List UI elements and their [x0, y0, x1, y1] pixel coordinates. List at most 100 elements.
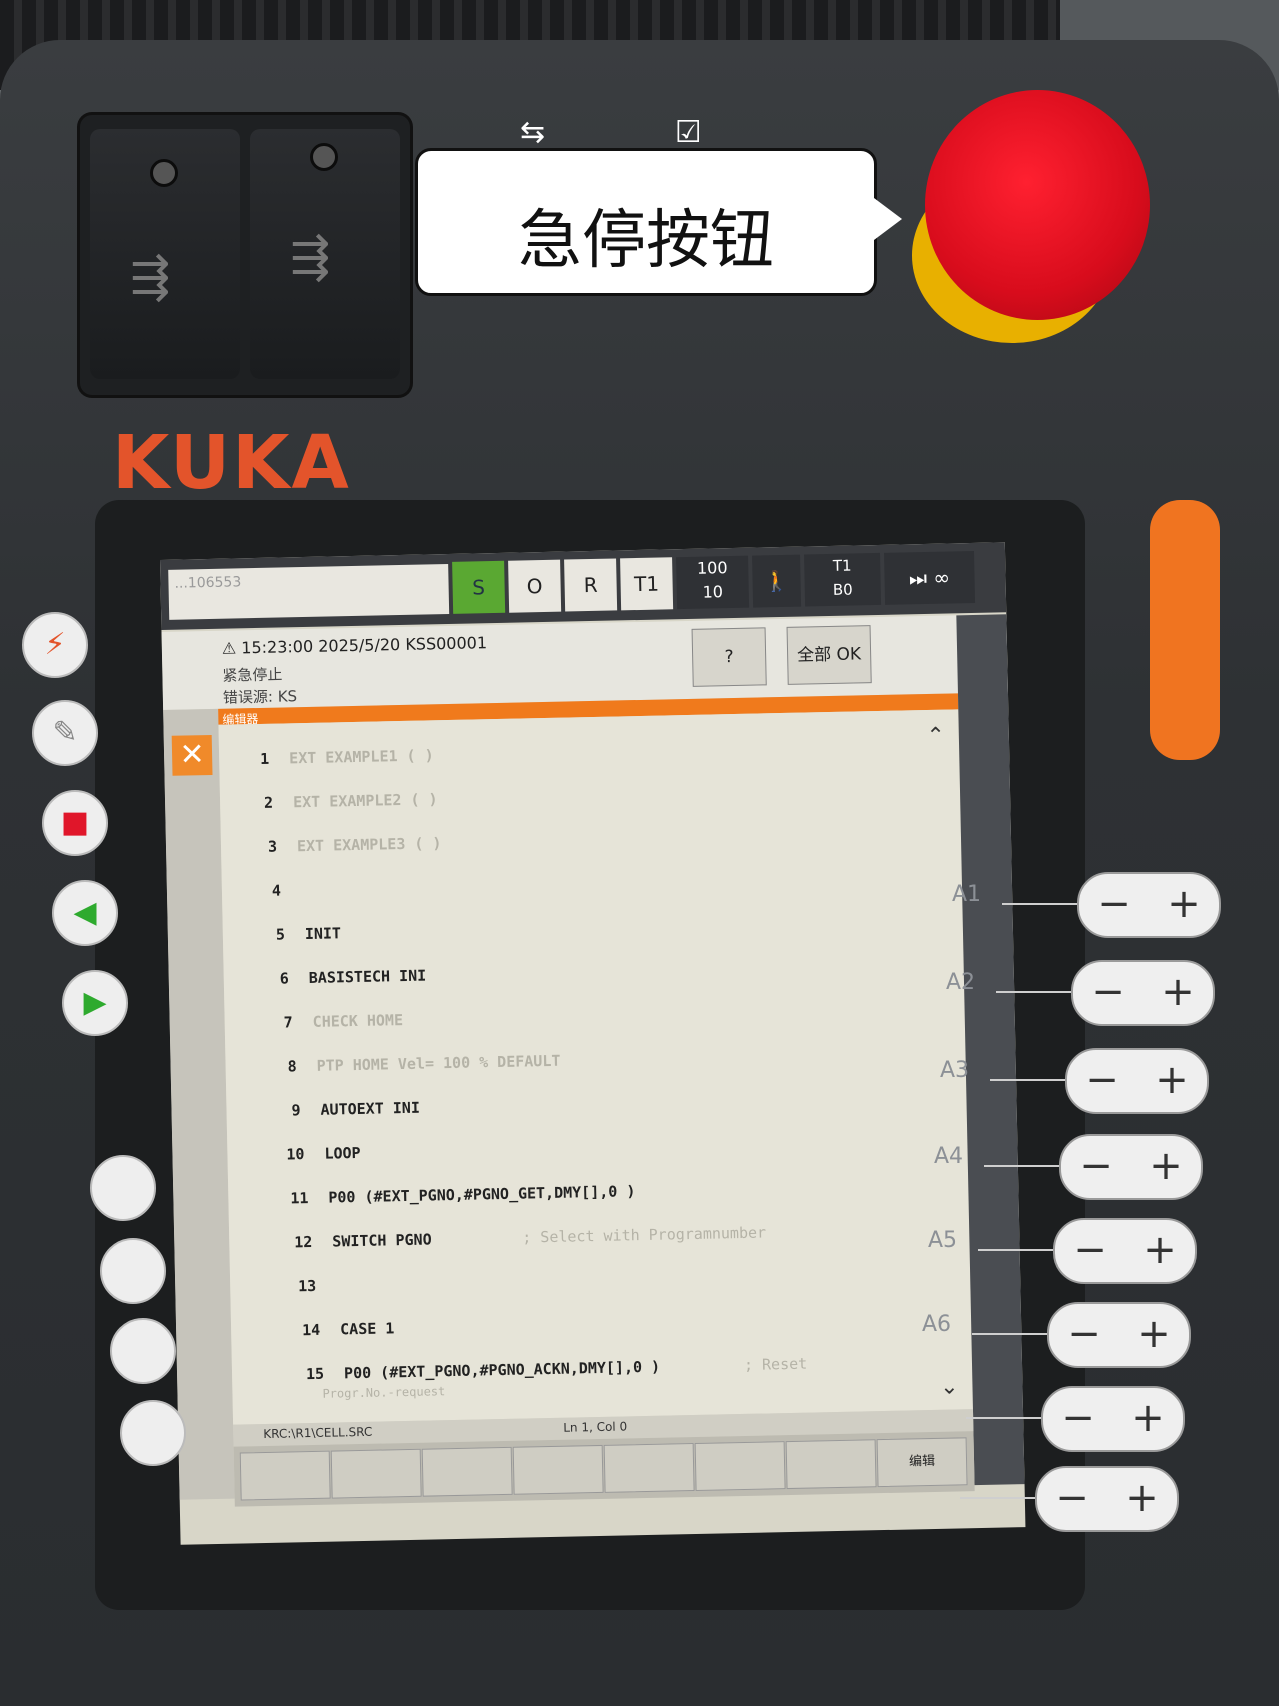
- close-icon[interactable]: ✕: [171, 734, 213, 776]
- message-source: 错误源: KS: [222, 687, 298, 707]
- jog-mode-icon[interactable]: 🚶: [752, 554, 802, 608]
- softkey-3[interactable]: [421, 1446, 513, 1497]
- usb-icon: ⇶: [290, 229, 331, 285]
- jog-key-pair: − +: [1047, 1302, 1191, 1368]
- code-line[interactable]: 15 P00 (#EXT_PGNO,#PGNO_ACKN,DMY[],0 ) ; …: [284, 1351, 984, 1386]
- line-code: INIT: [304, 924, 342, 944]
- smartpad-icon[interactable]: ⚡: [22, 612, 88, 678]
- jog-minus-button[interactable]: −: [1067, 1050, 1137, 1110]
- line-number: 14: [301, 1320, 321, 1340]
- tool-number: T1: [832, 556, 852, 575]
- drives-status[interactable]: O: [508, 559, 562, 613]
- code-line[interactable]: 8 PTP HOME Vel= 100 % DEFAULT: [256, 1043, 956, 1078]
- softkey-7[interactable]: [785, 1439, 877, 1490]
- incremental-jog[interactable]: ⏭ ∞: [884, 550, 976, 605]
- operating-mode[interactable]: T1: [620, 557, 674, 611]
- cursor-position: Ln 1, Col 0: [563, 1419, 628, 1435]
- softkey-8[interactable]: 编辑: [876, 1437, 968, 1488]
- start-button[interactable]: ▶: [62, 970, 128, 1036]
- scroll-down-icon[interactable]: ⌄: [940, 1374, 959, 1399]
- code-line[interactable]: 2 EXT EXAMPLE2 ( ): [233, 780, 933, 815]
- kuka-logo: KUKA: [112, 420, 351, 506]
- incremental-value: ∞: [933, 565, 951, 590]
- jog-plus-button[interactable]: +: [1143, 962, 1213, 1022]
- pen-icon[interactable]: ✎: [32, 700, 98, 766]
- line-number: 5: [275, 925, 286, 944]
- connect-icon: ⇆: [520, 115, 546, 150]
- code-line[interactable]: 11 P00 (#EXT_PGNO,#PGNO_GET,DMY[],0 ): [268, 1175, 968, 1210]
- jog-plus-button[interactable]: +: [1149, 874, 1219, 934]
- robot-interpreter-status[interactable]: R: [564, 558, 618, 612]
- line-code: CASE 1: [339, 1319, 395, 1339]
- jog-plus-button[interactable]: +: [1125, 1220, 1195, 1280]
- leader-line: [990, 1079, 1065, 1081]
- line-number: 9: [291, 1101, 301, 1120]
- line-number: 2: [263, 793, 274, 812]
- softkey-1[interactable]: [239, 1450, 331, 1501]
- emergency-stop-button[interactable]: [925, 90, 1150, 320]
- jog-plus-button[interactable]: +: [1119, 1304, 1189, 1364]
- program-path: KRC:\R1\CELL.SRC: [263, 1424, 373, 1442]
- softkey-2[interactable]: [330, 1448, 422, 1499]
- usb-port-left[interactable]: ⇶: [90, 129, 240, 379]
- jog-plus-button[interactable]: +: [1137, 1050, 1207, 1110]
- ack-all-button[interactable]: 全部 OK: [786, 625, 872, 685]
- tool-base-status[interactable]: T1 B0: [804, 552, 882, 607]
- code-line[interactable]: 9 AUTOEXT INI: [260, 1087, 960, 1122]
- submit-interpreter-status[interactable]: S: [452, 560, 506, 614]
- axis-label: A6: [922, 1312, 952, 1337]
- help-button[interactable]: ?: [691, 627, 767, 687]
- line-code: PTP HOME Vel= 100 % DEFAULT: [316, 1051, 561, 1075]
- scroll-up-icon[interactable]: ⌃: [926, 724, 945, 749]
- enabling-switch[interactable]: [1150, 500, 1220, 760]
- jog-minus-button[interactable]: −: [1073, 962, 1143, 1022]
- code-line[interactable]: 3 EXT EXAMPLE3 ( ): [237, 824, 937, 859]
- code-line[interactable]: 13: [276, 1263, 976, 1298]
- jog-plus-button[interactable]: +: [1107, 1468, 1177, 1528]
- callout-pointer: [870, 195, 902, 243]
- base-number: B0: [832, 580, 853, 599]
- override-jog: 10: [702, 582, 724, 602]
- jog-minus-button[interactable]: −: [1079, 874, 1149, 934]
- leader-line: [984, 1165, 1059, 1167]
- screw-icon: [310, 143, 338, 171]
- code-line[interactable]: 7 CHECK HOME: [253, 1000, 953, 1035]
- jog-minus-button[interactable]: −: [1043, 1388, 1113, 1448]
- jog-minus-button[interactable]: −: [1049, 1304, 1119, 1364]
- jog-minus-button[interactable]: −: [1037, 1468, 1107, 1528]
- line-code: P00 (#EXT_PGNO,#PGNO_GET,DMY[],0 ): [328, 1182, 636, 1207]
- softkey-6[interactable]: [694, 1441, 786, 1491]
- code-line[interactable]: 12 SWITCH PGNO ; Select with Programnumbe…: [272, 1219, 972, 1254]
- leader-line: [966, 1417, 1041, 1419]
- line-code: P00 (#EXT_PGNO,#PGNO_ACKN,DMY[],0 ): [343, 1357, 661, 1383]
- program-editor[interactable]: 1 EXT EXAMPLE1 ( ) 2 EXT EXAMPLE2 ( ) 3 EXT E…: [218, 709, 973, 1425]
- fold-comment: Progr.No.-request: [322, 1384, 446, 1401]
- line-code: EXT EXAMPLE3 ( ): [296, 834, 442, 856]
- message-text: 紧急停止: [222, 665, 283, 685]
- status-key-1[interactable]: [90, 1155, 156, 1221]
- step-icon: ⏭: [908, 565, 928, 591]
- usb-port-right[interactable]: ⇶: [250, 129, 400, 379]
- code-line[interactable]: 10 LOOP: [264, 1131, 964, 1166]
- code-line[interactable]: 6 BASISTECH INI: [249, 956, 949, 991]
- override-status[interactable]: 100 10: [676, 555, 750, 610]
- code-line[interactable]: 4: [241, 868, 941, 903]
- message-timestamp: 15:23:00 2025/5/20 KSS00001: [241, 633, 488, 658]
- status-key-3[interactable]: [110, 1318, 176, 1384]
- jog-minus-button[interactable]: −: [1061, 1136, 1131, 1196]
- line-number: 10: [286, 1145, 305, 1164]
- jog-plus-button[interactable]: +: [1113, 1388, 1183, 1448]
- jog-plus-button[interactable]: +: [1131, 1136, 1201, 1196]
- start-backwards-button[interactable]: ◀: [52, 880, 118, 946]
- softkey-5[interactable]: [603, 1443, 695, 1493]
- code-line[interactable]: 5 INIT: [245, 912, 945, 947]
- status-key-4[interactable]: [120, 1400, 186, 1466]
- leader-line: [978, 1249, 1053, 1251]
- status-key-2[interactable]: [100, 1238, 166, 1304]
- code-line[interactable]: 1 EXT EXAMPLE1 ( ): [229, 736, 929, 771]
- stop-button[interactable]: ■: [42, 790, 108, 856]
- jog-minus-button[interactable]: −: [1055, 1220, 1125, 1280]
- warning-icon: ⚠: [221, 638, 237, 658]
- code-line[interactable]: 14 CASE 1: [280, 1307, 980, 1342]
- softkey-4[interactable]: [512, 1444, 604, 1495]
